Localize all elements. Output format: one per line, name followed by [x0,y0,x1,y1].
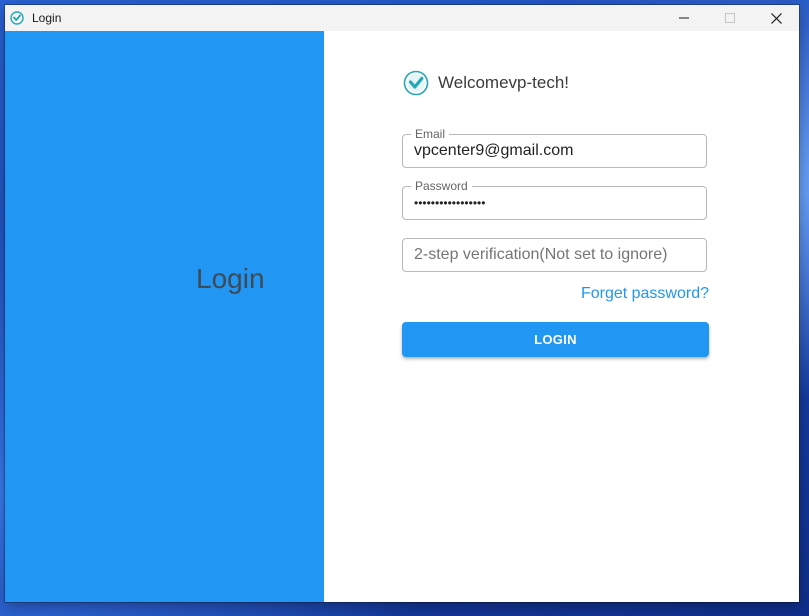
email-label: Email [411,127,450,141]
close-icon [770,12,782,24]
login-form-panel: Welcomevp-tech! Email vpcenter9@gmail.co… [324,31,799,602]
welcome-text: Welcomevp-tech! [438,73,570,92]
password-field[interactable]: Password ••••••••••••••••• [402,179,707,220]
left-panel-title: Login [196,263,265,294]
window-controls [661,5,799,31]
minimize-icon [679,17,689,19]
login-button[interactable]: LOGIN [402,322,709,357]
email-field[interactable]: Email vpcenter9@gmail.com [402,127,707,168]
welcome-header: Welcomevp-tech! [402,69,569,97]
left-panel: Login [5,31,324,602]
brand-logo-icon [403,70,429,96]
password-label: Password [411,179,472,193]
two-step-placeholder: 2-step verification(Not set to ignore) [414,246,668,263]
title-bar[interactable]: Login [5,5,799,31]
two-step-verification-field[interactable]: 2-step verification(Not set to ignore) [402,238,707,272]
close-button[interactable] [753,5,799,31]
email-value: vpcenter9@gmail.com [414,142,574,159]
minimize-button[interactable] [661,5,707,31]
window-title: Login [32,11,62,25]
login-window: Login Login Welcomevp-tech! Email vpcent… [5,5,799,602]
password-value: ••••••••••••••••• [414,196,486,210]
maximize-icon [725,13,735,23]
app-icon [10,11,24,25]
maximize-button[interactable] [707,5,753,31]
forgot-password-link[interactable]: Forget password? [581,285,709,303]
